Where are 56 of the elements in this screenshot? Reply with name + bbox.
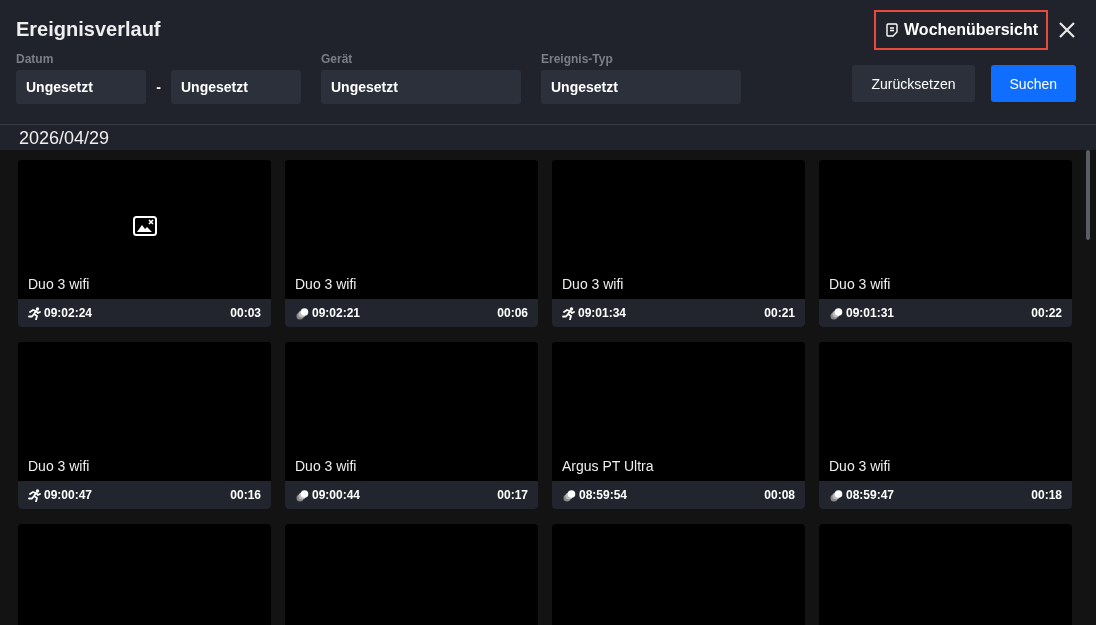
event-card[interactable]: Argus PT Ultra 08:59:54 00:08	[552, 342, 805, 509]
event-time: 09:02:24	[44, 306, 93, 320]
clip-duration: 00:08	[764, 488, 795, 502]
device-name: Duo 3 wifi	[295, 276, 357, 292]
device-name: Duo 3 wifi	[28, 276, 90, 292]
clip-duration: 00:17	[497, 488, 528, 502]
device-name: Duo 3 wifi	[562, 276, 624, 292]
event-time: 09:00:44	[312, 488, 361, 502]
date-from-field[interactable]: Ungesetzt	[16, 70, 146, 104]
device-name: Duo 3 wifi	[829, 458, 891, 474]
close-icon[interactable]	[1058, 21, 1076, 39]
event-card[interactable]: Duo 3 wifi 09:01:34 00:21	[552, 160, 805, 327]
clip-duration: 00:03	[230, 306, 261, 320]
clip-duration: 00:06	[497, 306, 528, 320]
running-person-icon	[28, 488, 41, 502]
clip-duration: 00:16	[230, 488, 261, 502]
field-label: Ereignis-Typ	[541, 52, 614, 66]
motion-dots-icon	[295, 488, 309, 502]
event-time: 09:01:31	[846, 306, 895, 320]
motion-dots-icon	[829, 488, 843, 502]
event-card[interactable]: Duo 3 wifi 09:02:21 00:06	[285, 160, 538, 327]
event-time: 09:01:34	[578, 306, 627, 320]
event-card[interactable]: Duo 3 wifi 09:00:44 00:17	[285, 342, 538, 509]
motion-dots-icon	[829, 306, 843, 320]
running-person-icon	[562, 306, 575, 320]
window-title: Ereignisverlauf	[16, 17, 161, 41]
event-type-field[interactable]: Ungesetzt	[541, 70, 741, 104]
event-card[interactable]: Duo 3 wifi 09:02:24 00:03	[18, 160, 271, 327]
week-overview-button[interactable]: Wochenübersicht	[874, 10, 1048, 50]
event-time: 09:00:47	[44, 488, 93, 502]
motion-dots-icon	[562, 488, 576, 502]
clip-duration: 00:18	[1031, 488, 1062, 502]
reset-button[interactable]: Zurücksetzen	[852, 65, 975, 102]
field-label: Datum	[16, 52, 55, 66]
event-time: 08:59:54	[579, 488, 628, 502]
device-name: Duo 3 wifi	[295, 458, 357, 474]
note-icon	[886, 23, 899, 37]
date-heading: 2026/04/29	[19, 128, 110, 148]
motion-dots-icon	[295, 306, 309, 320]
event-time: 08:59:47	[846, 488, 895, 502]
event-card[interactable]: Duo 3 wifi 09:00:47 00:16	[18, 342, 271, 509]
running-person-icon	[28, 306, 41, 320]
clip-duration: 00:22	[1031, 306, 1062, 320]
device-name: Duo 3 wifi	[28, 458, 90, 474]
device-field[interactable]: Ungesetzt	[321, 70, 521, 104]
field-label: Gerät	[321, 52, 354, 66]
device-name: Duo 3 wifi	[829, 276, 891, 292]
date-to-field[interactable]: Ungesetzt	[171, 70, 301, 104]
search-button[interactable]: Suchen	[990, 65, 1076, 102]
event-card[interactable]: Duo 3 wifi 08:59:47 00:18	[819, 342, 1072, 509]
device-name: Argus PT Ultra	[562, 458, 654, 474]
event-card[interactable]: Duo 3 wifi 09:01:31 00:22	[819, 160, 1072, 327]
scrollbar-thumb[interactable]	[1086, 150, 1090, 240]
range-separator: -	[155, 79, 162, 95]
clip-duration: 00:21	[764, 306, 795, 320]
event-time: 09:02:21	[312, 306, 361, 320]
